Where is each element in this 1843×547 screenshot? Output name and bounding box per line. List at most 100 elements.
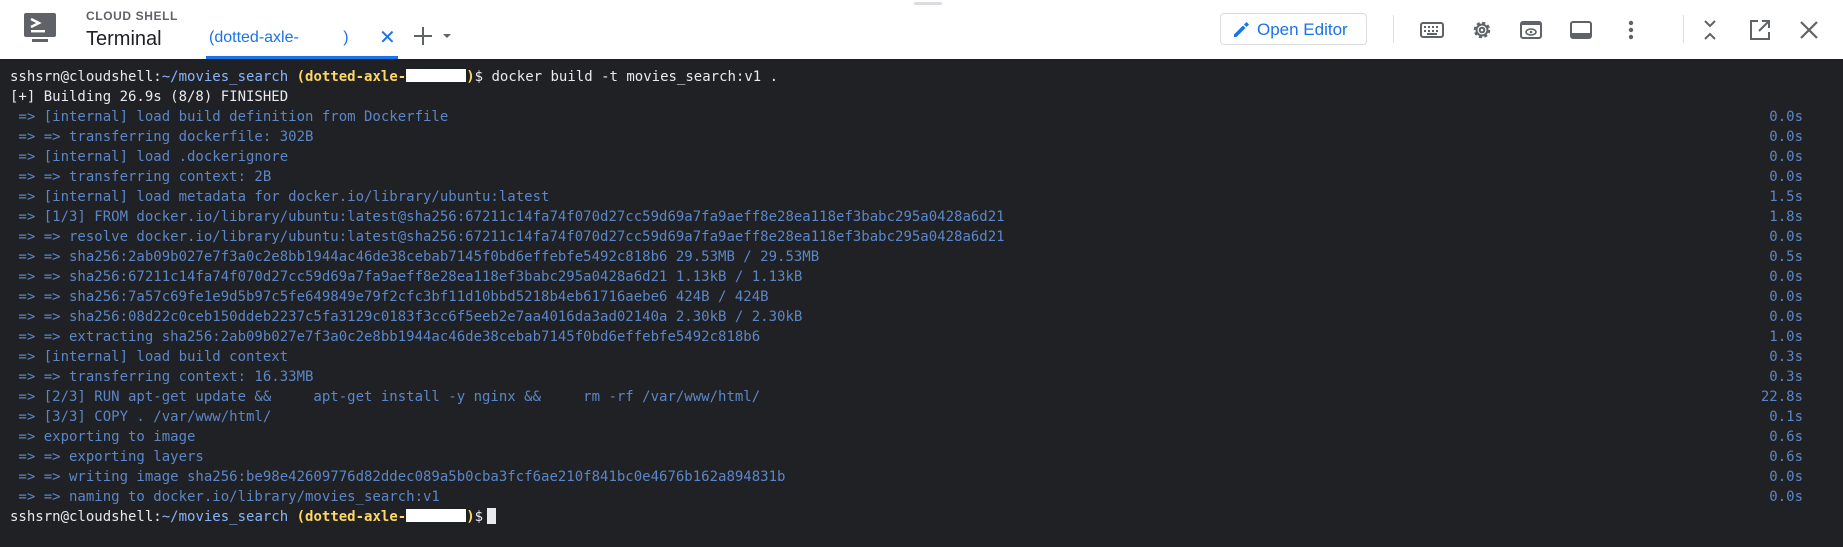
log-text: => => naming to docker.io/library/movies… (10, 489, 440, 505)
log-duration: 0.0s (1769, 489, 1803, 505)
terminal-output[interactable]: sshsrn@cloudshell:~/movies_search (dotte… (0, 59, 1843, 547)
redacted-block (406, 69, 467, 82)
log-line: => [internal] load build context 0.3s (0, 347, 1843, 367)
log-line: => => sha256:7a57c69fe1e9d5b97c5fe649849… (0, 287, 1843, 307)
log-text: => => sha256:08d22c0ceb150ddeb2237c5fa31… (10, 309, 803, 325)
log-duration: 0.0s (1769, 469, 1803, 485)
log-text: => [internal] load metadata for docker.i… (10, 189, 550, 205)
log-text: => => resolve docker.io/library/ubuntu:l… (10, 229, 1005, 245)
close-icon (1800, 21, 1818, 39)
log-line: => [1/3] FROM docker.io/library/ubuntu:l… (0, 207, 1843, 227)
log-text: => => transferring context: 16.33MB (10, 369, 314, 385)
open-in-new-window-button[interactable] (1747, 17, 1773, 43)
log-text: => => sha256:2ab09b027e7f3a0c2e8bb1944ac… (10, 249, 820, 265)
log-text: => => exporting layers (10, 449, 204, 465)
log-duration: 0.0s (1769, 109, 1803, 125)
log-duration: 0.3s (1769, 349, 1803, 365)
log-text: => [internal] load .dockerignore (10, 149, 289, 165)
log-duration: 0.6s (1769, 449, 1803, 465)
layout-button[interactable] (1568, 17, 1594, 43)
log-line: => => exporting layers 0.6s (0, 447, 1843, 467)
log-duration: 0.5s (1769, 249, 1803, 265)
prompt-user: sshsrn@cloudshell (10, 69, 154, 85)
cloud-shell-logo-icon (22, 11, 60, 45)
log-text: => [1/3] FROM docker.io/library/ubuntu:l… (10, 209, 1005, 225)
log-line: => => sha256:2ab09b027e7f3a0c2e8bb1944ac… (0, 247, 1843, 267)
redacted-block (406, 509, 467, 522)
web-preview-icon (1520, 21, 1542, 39)
add-tab-button[interactable] (414, 24, 456, 48)
prompt-project: (dotted-axle- (296, 69, 407, 85)
log-line: => exporting to image 0.6s (0, 427, 1843, 447)
more-vert-icon (1628, 20, 1634, 40)
prompt-line: sshsrn@cloudshell:~/movies_search (dotte… (10, 69, 779, 85)
log-text: => => transferring context: 2B (10, 169, 272, 185)
log-duration: 0.3s (1769, 369, 1803, 385)
log-line: => => naming to docker.io/library/movies… (0, 487, 1843, 507)
log-text: => => writing image sha256:be98e42609776… (10, 469, 786, 485)
log-text: => => transferring dockerfile: 302B (10, 129, 314, 145)
web-preview-button[interactable] (1518, 17, 1544, 43)
prompt-path: ~/movies_search (161, 69, 289, 85)
log-line: => [2/3] RUN apt-get update && apt-get i… (0, 387, 1843, 407)
log-duration: 0.6s (1769, 429, 1803, 445)
prompt-project: (dotted-axle- (296, 509, 407, 525)
tab-terminal-session[interactable]: (dotted-axle- ) ✕ (206, 22, 398, 59)
log-duration: 1.0s (1769, 329, 1803, 345)
close-icon[interactable]: ✕ (379, 28, 396, 48)
settings-button[interactable] (1469, 17, 1495, 43)
log-line: => => transferring context: 2B 0.0s (0, 167, 1843, 187)
log-line: => => sha256:67211c14fa74f070d27cc59d69a… (0, 267, 1843, 287)
more-options-button[interactable] (1618, 17, 1644, 43)
log-line: => => extracting sha256:2ab09b027e7f3a0c… (0, 327, 1843, 347)
open-editor-button[interactable]: Open Editor (1220, 13, 1367, 45)
keyboard-button[interactable] (1419, 17, 1445, 43)
log-duration: 0.0s (1769, 289, 1803, 305)
prompt-user: sshsrn@cloudshell (10, 509, 154, 525)
command-text: docker build -t movies_search:v1 . (491, 69, 779, 85)
log-line: => [internal] load build definition from… (0, 107, 1843, 127)
log-text: => [3/3] COPY . /var/www/html/ (10, 409, 272, 425)
log-line: => => transferring context: 16.33MB 0.3s (0, 367, 1843, 387)
log-line: => [internal] load .dockerignore 0.0s (0, 147, 1843, 167)
prompt-path: ~/movies_search (161, 509, 289, 525)
log-duration: 0.0s (1769, 229, 1803, 245)
log-duration: 0.0s (1769, 129, 1803, 145)
log-duration: 22.8s (1760, 389, 1803, 405)
chevron-down-icon (443, 34, 451, 38)
log-duration: 0.1s (1769, 409, 1803, 425)
log-line: => => writing image sha256:be98e42609776… (0, 467, 1843, 487)
log-duration: 1.8s (1769, 209, 1803, 225)
gear-icon (1473, 21, 1491, 39)
log-text: => [2/3] RUN apt-get update && apt-get i… (10, 389, 761, 405)
resize-handle[interactable] (914, 2, 942, 5)
minimize-button[interactable] (1697, 17, 1723, 43)
keyboard-icon (1420, 22, 1444, 38)
pencil-icon (1231, 20, 1251, 40)
log-duration: 0.0s (1769, 309, 1803, 325)
log-duration: 1.5s (1769, 189, 1803, 205)
toolbar-divider (1683, 15, 1684, 43)
product-name: CLOUD SHELL (86, 9, 178, 23)
open-new-window-icon (1750, 20, 1770, 40)
log-line: => => resolve docker.io/library/ubuntu:l… (0, 227, 1843, 247)
close-panel-button[interactable] (1796, 17, 1822, 43)
tab-label: (dotted-axle- ) (209, 29, 349, 46)
log-duration: 0.0s (1769, 269, 1803, 285)
open-editor-label: Open Editor (1257, 20, 1348, 39)
page-title: Terminal (86, 28, 162, 50)
layout-icon (1570, 21, 1592, 39)
build-status: [+] Building 26.9s (8/8) FINISHED (10, 89, 289, 105)
log-text: => [internal] load build definition from… (10, 109, 449, 125)
cloud-shell-header: CLOUD SHELL Terminal (dotted-axle- ) ✕ O… (0, 0, 1843, 59)
log-text: => => sha256:67211c14fa74f070d27cc59d69a… (10, 269, 803, 285)
toolbar-divider (1393, 15, 1394, 43)
plus-icon (414, 27, 451, 45)
log-line: => => sha256:08d22c0ceb150ddeb2237c5fa31… (0, 307, 1843, 327)
log-duration: 0.0s (1769, 149, 1803, 165)
log-line: => => transferring dockerfile: 302B 0.0s (0, 127, 1843, 147)
prompt-line: sshsrn@cloudshell:~/movies_search (dotte… (0, 507, 1843, 527)
minimize-icon (1704, 20, 1716, 40)
terminal-cursor (487, 508, 497, 524)
log-text: => [internal] load build context (10, 349, 289, 365)
